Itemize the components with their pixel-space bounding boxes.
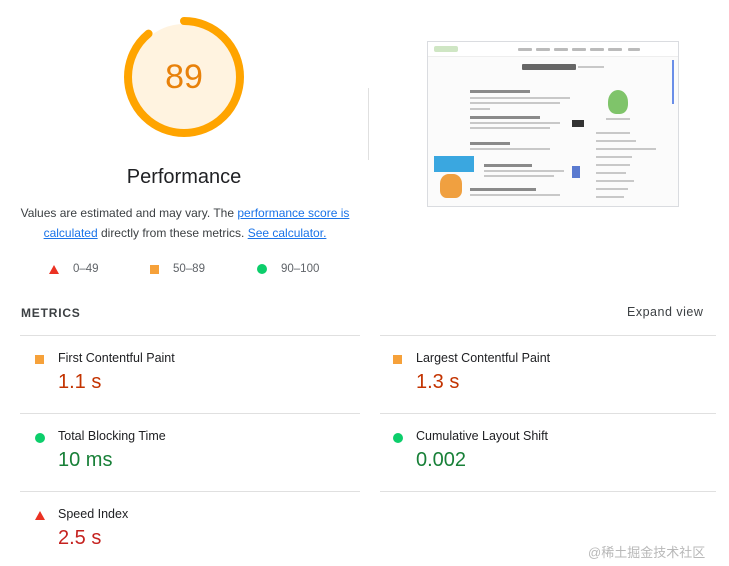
thumb-line	[484, 164, 532, 167]
metric-cumulative-layout-shift: Cumulative Layout Shift 0.002	[393, 429, 713, 489]
thumb-line	[596, 132, 630, 134]
thumb-nav-item	[572, 48, 586, 51]
thumb-navbar	[428, 42, 678, 57]
divider	[20, 413, 360, 414]
thumb-line	[470, 116, 540, 119]
thumb-line	[470, 142, 510, 145]
thumb-line	[596, 180, 634, 182]
thumb-logo	[434, 46, 458, 52]
metric-largest-contentful-paint: Largest Contentful Paint 1.3 s	[393, 351, 713, 411]
metric-value: 1.1 s	[58, 371, 102, 393]
thumb-avatar	[608, 90, 628, 114]
metric-name: First Contentful Paint	[58, 351, 175, 365]
square-icon	[35, 355, 44, 364]
legend-item-average: 50–89	[150, 261, 205, 277]
thumb-scrollbar	[672, 60, 674, 104]
thumb-line	[470, 148, 550, 150]
divider	[20, 335, 360, 336]
legend-label: 90–100	[281, 263, 320, 275]
circle-icon	[257, 264, 267, 274]
thumb-line	[596, 148, 656, 150]
legend-label: 50–89	[173, 263, 205, 275]
thumb-line	[596, 140, 636, 142]
triangle-icon	[49, 264, 59, 274]
thumb-line	[470, 127, 550, 129]
description-text-2: directly from these metrics.	[97, 226, 248, 240]
thumb-image	[572, 120, 584, 127]
thumb-line	[484, 170, 564, 172]
thumb-nav-item	[518, 48, 532, 51]
thumb-line	[470, 97, 570, 99]
triangle-icon	[35, 511, 45, 520]
metric-speed-index: Speed Index 2.5 s	[35, 507, 355, 566]
thumb-line	[596, 188, 628, 190]
metrics-header: METRICS	[21, 306, 81, 320]
legend-label: 0–49	[73, 263, 99, 275]
divider	[20, 491, 360, 492]
thumb-line	[470, 122, 560, 124]
score-legend: 0–49 50–89 90–100	[0, 261, 370, 277]
performance-gauge: 89	[124, 17, 244, 137]
thumb-line	[606, 118, 630, 120]
thumb-line	[470, 90, 530, 93]
thumb-line	[578, 66, 604, 68]
gauge-score: 89	[165, 57, 203, 96]
thumb-line	[470, 102, 560, 104]
metric-value: 1.3 s	[416, 371, 460, 393]
legend-item-pass: 90–100	[257, 261, 319, 277]
square-icon	[393, 355, 402, 364]
thumb-nav-item	[554, 48, 568, 51]
thumb-nav-item	[608, 48, 622, 51]
thumb-line	[470, 194, 560, 196]
thumb-line	[596, 172, 626, 174]
thumb-nav-item	[628, 48, 640, 51]
metric-name: Speed Index	[58, 507, 129, 521]
thumb-heading	[522, 64, 576, 70]
thumb-line	[596, 156, 632, 158]
legend-item-fail: 0–49	[49, 261, 99, 277]
thumb-mascot	[440, 174, 462, 198]
gauge-title: Performance	[126, 166, 242, 188]
thumb-line	[470, 108, 490, 110]
see-calculator-link[interactable]: See calculator.	[248, 226, 327, 240]
square-icon	[150, 264, 159, 274]
page-screenshot-thumbnail[interactable]	[427, 41, 679, 207]
thumb-line	[596, 164, 630, 166]
expand-view-button[interactable]: Expand view	[627, 305, 703, 319]
divider	[380, 335, 716, 336]
description-text-1: Values are estimated and may vary. The	[20, 206, 238, 220]
metric-first-contentful-paint: First Contentful Paint 1.1 s	[35, 351, 355, 411]
metric-name: Cumulative Layout Shift	[416, 429, 549, 443]
metric-value: 10 ms	[58, 449, 113, 471]
score-description: Values are estimated and may vary. The p…	[20, 203, 350, 243]
thumb-line	[596, 196, 624, 198]
vertical-divider	[368, 88, 369, 160]
watermark: @稀土掘金技术社区	[588, 545, 706, 560]
thumb-nav-item	[590, 48, 604, 51]
divider	[380, 413, 716, 414]
circle-icon	[393, 433, 403, 443]
circle-icon	[35, 433, 45, 443]
metric-total-blocking-time: Total Blocking Time 10 ms	[35, 429, 355, 489]
metric-value: 0.002	[416, 449, 467, 471]
thumb-line	[484, 175, 554, 177]
divider	[380, 491, 716, 492]
thumb-line	[470, 188, 536, 191]
metric-name: Total Blocking Time	[58, 429, 166, 443]
metric-name: Largest Contentful Paint	[416, 351, 551, 365]
thumb-image	[572, 166, 580, 178]
thumb-banner	[434, 156, 474, 172]
thumb-nav-item	[536, 48, 550, 51]
metric-value: 2.5 s	[58, 527, 102, 549]
